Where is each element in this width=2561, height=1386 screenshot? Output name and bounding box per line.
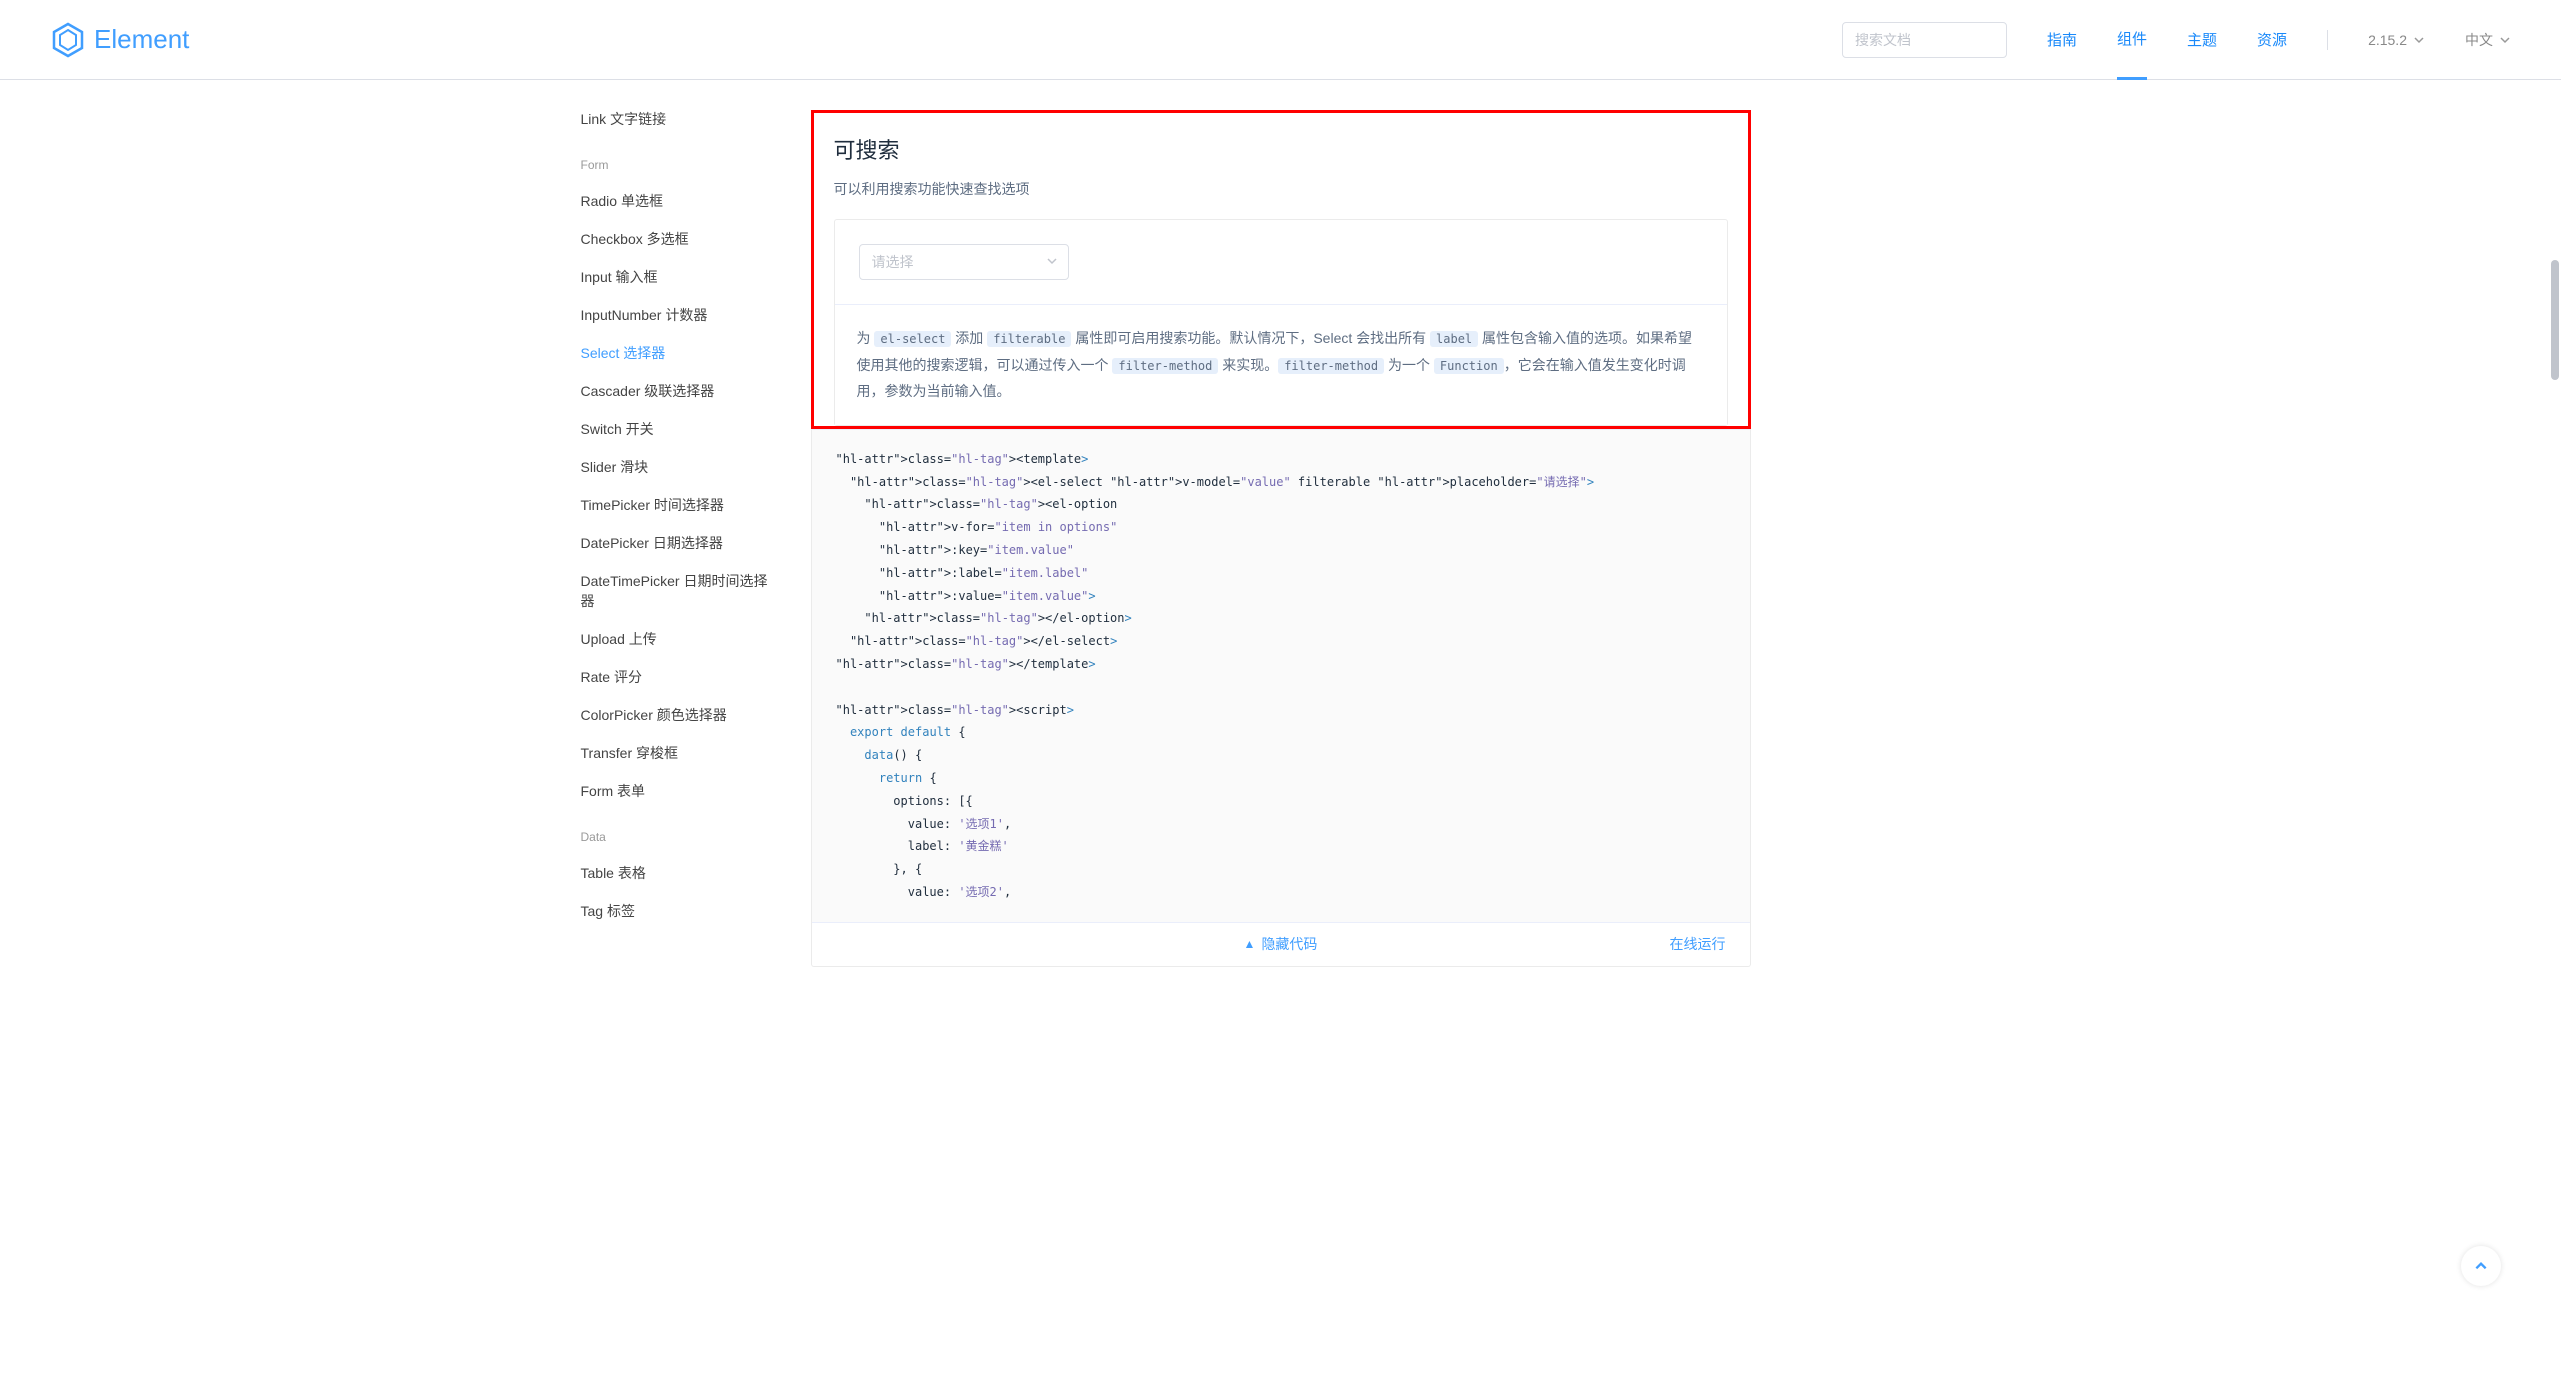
version-label: 2.15.2 — [2368, 32, 2407, 48]
section-title: 可搜索 — [834, 133, 1728, 165]
highlight-box: 可搜索 可以利用搜索功能快速查找选项 请选择 为 el-select 添加 fi… — [811, 110, 1751, 429]
sidebar-item[interactable]: Switch 开关 — [581, 410, 771, 448]
code-tag: filter-method — [1278, 358, 1384, 374]
sidebar-item[interactable]: Upload 上传 — [581, 620, 771, 658]
demo-code-block: "hl-attr">class="hl-tag"><template> "hl-… — [811, 429, 1751, 967]
select-input[interactable]: 请选择 — [859, 244, 1069, 280]
select-placeholder: 请选择 — [872, 252, 914, 272]
sidebar-item[interactable]: Slider 滑块 — [581, 448, 771, 486]
sidebar-item-select[interactable]: Select 选择器 — [581, 334, 771, 372]
search-input[interactable] — [1842, 22, 2007, 58]
caret-up-icon: ▲ — [1244, 937, 1256, 951]
brand-logo[interactable]: Element — [50, 22, 189, 58]
sidebar-item[interactable]: Radio 单选框 — [581, 182, 771, 220]
nav-menu: 指南 组件 主题 资源 2.15.2 中文 — [2047, 0, 2511, 80]
hide-code-label: 隐藏代码 — [1261, 934, 1317, 954]
code-tag: Function — [1434, 358, 1504, 374]
sidebar-item[interactable]: Input 输入框 — [581, 258, 771, 296]
code-footer[interactable]: ▲ 隐藏代码 在线运行 — [812, 922, 1750, 966]
language-label: 中文 — [2465, 30, 2493, 50]
chevron-down-icon — [2499, 34, 2511, 46]
chevron-down-icon — [2413, 34, 2425, 46]
version-dropdown[interactable]: 2.15.2 — [2368, 32, 2425, 48]
sidebar: Link 文字链接 Form Radio 单选框 Checkbox 多选框 In… — [531, 80, 771, 997]
element-logo-icon — [50, 22, 86, 58]
back-to-top-button[interactable] — [2461, 1246, 2501, 1286]
chevron-down-icon — [1046, 254, 1058, 270]
scrollbar-thumb[interactable] — [2551, 260, 2559, 380]
language-dropdown[interactable]: 中文 — [2465, 30, 2511, 50]
sidebar-item[interactable]: DatePicker 日期选择器 — [581, 524, 771, 562]
sidebar-item[interactable]: Checkbox 多选框 — [581, 220, 771, 258]
demo-block-top: 请选择 为 el-select 添加 filterable 属性即可启用搜索功能… — [834, 219, 1728, 426]
brand-name: Element — [94, 24, 189, 55]
sidebar-item[interactable]: Link 文字链接 — [581, 100, 771, 138]
nav-guide[interactable]: 指南 — [2047, 1, 2077, 78]
nav-component[interactable]: 组件 — [2117, 0, 2147, 80]
sidebar-item[interactable]: Tag 标签 — [581, 892, 771, 930]
run-online-button[interactable]: 在线运行 — [1670, 934, 1726, 954]
code-tag: filter-method — [1112, 358, 1218, 374]
section-subtitle: 可以利用搜索功能快速查找选项 — [834, 179, 1728, 199]
sidebar-item[interactable]: InputNumber 计数器 — [581, 296, 771, 334]
main-header: Element 指南 组件 主题 资源 2.15.2 中文 — [0, 0, 2561, 80]
demo-description: 为 el-select 添加 filterable 属性即可启用搜索功能。默认情… — [835, 304, 1727, 425]
sidebar-item[interactable]: Rate 评分 — [581, 658, 771, 696]
nav-divider — [2327, 30, 2328, 50]
sidebar-group-data: Data — [581, 830, 771, 844]
code-tag: label — [1430, 331, 1478, 347]
sidebar-item[interactable]: DateTimePicker 日期时间选择器 — [581, 562, 771, 620]
caret-up-icon — [2474, 1259, 2488, 1273]
sidebar-item[interactable]: Cascader 级联选择器 — [581, 372, 771, 410]
sidebar-item[interactable]: Transfer 穿梭框 — [581, 734, 771, 772]
code-tag: el-select — [874, 331, 951, 347]
code-area: "hl-attr">class="hl-tag"><template> "hl-… — [812, 429, 1750, 922]
code-tag: filterable — [987, 331, 1071, 347]
sidebar-item[interactable]: ColorPicker 颜色选择器 — [581, 696, 771, 734]
sidebar-item[interactable]: Form 表单 — [581, 772, 771, 810]
main-content: 可搜索 可以利用搜索功能快速查找选项 请选择 为 el-select 添加 fi… — [771, 80, 1791, 997]
sidebar-item[interactable]: Table 表格 — [581, 854, 771, 892]
demo-area: 请选择 — [835, 220, 1727, 304]
sidebar-group-form: Form — [581, 158, 771, 172]
nav-resource[interactable]: 资源 — [2257, 1, 2287, 78]
sidebar-item[interactable]: TimePicker 时间选择器 — [581, 486, 771, 524]
nav-theme[interactable]: 主题 — [2187, 1, 2217, 78]
